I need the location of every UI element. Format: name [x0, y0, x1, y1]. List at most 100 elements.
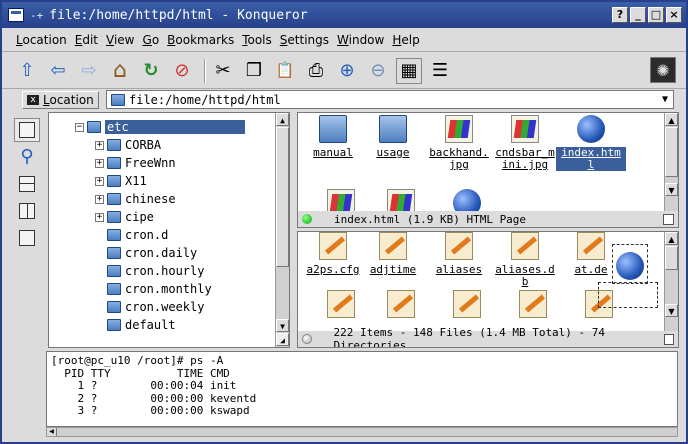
tree-item[interactable]: default	[107, 316, 176, 334]
scroll-up-icon[interactable]: ▲	[665, 113, 678, 126]
menu-help[interactable]: Help	[392, 33, 419, 47]
scrollbar-thumb[interactable]	[665, 246, 678, 270]
file-item[interactable]: backhand. jpg	[424, 115, 494, 171]
print-button[interactable]: ⎙	[303, 58, 329, 84]
cut-button[interactable]: ✂	[210, 58, 236, 84]
paste-button[interactable]: 📋	[272, 58, 298, 84]
tree-item[interactable]: + cipe	[95, 208, 154, 226]
scroll-down-icon[interactable]: ▼	[665, 304, 678, 317]
link-view-checkbox[interactable]	[663, 213, 674, 225]
home-button[interactable]: ⌂	[107, 58, 133, 84]
clear-x-icon: x	[27, 95, 39, 105]
bottom-file-view[interactable]: a2ps.cfg adjtime aliases aliases.d b at.de ▲ …	[297, 231, 679, 348]
menu-tools[interactable]: Tools	[242, 33, 272, 47]
minimize-button[interactable]: _	[630, 7, 646, 23]
close-button[interactable]: ×	[666, 7, 682, 23]
file-item[interactable]: aliases.d b	[490, 232, 560, 288]
scroll-left-icon[interactable]: ◀	[47, 428, 57, 436]
menu-view[interactable]: View	[106, 33, 134, 47]
tree-scrollbar[interactable]: ▲ ▼ ◢	[275, 113, 289, 347]
copy-button[interactable]: ❐	[241, 58, 267, 84]
inactive-view-indicator-icon	[302, 334, 312, 344]
back-button[interactable]: ⇦	[45, 58, 71, 84]
sidebar-tab-blank[interactable]	[14, 226, 40, 250]
location-url-field[interactable]: file:/home/httpd/html ▼	[106, 90, 674, 109]
document-file-icon	[327, 290, 355, 318]
link-view-checkbox[interactable]	[663, 333, 674, 345]
tree-item[interactable]: cron.monthly	[107, 280, 212, 298]
reload-button[interactable]: ↻	[138, 58, 164, 84]
collapse-icon[interactable]: −	[75, 122, 84, 132]
tree-item[interactable]: cron.weekly	[107, 298, 204, 316]
tree-item[interactable]: cron.hourly	[107, 262, 204, 280]
tree-item-root[interactable]: − etc	[75, 118, 245, 136]
back-arrow-icon: ⇦	[50, 59, 66, 81]
menu-go[interactable]: Go	[143, 33, 160, 47]
sticky-pin-icon[interactable]: -+	[30, 9, 43, 22]
forward-button[interactable]: ⇨	[76, 58, 102, 84]
tree-item[interactable]: + FreeWnn	[95, 154, 176, 172]
scroll-down-icon[interactable]: ▼	[665, 183, 678, 196]
menu-window[interactable]: Window	[337, 33, 384, 47]
partial-file-item[interactable]	[432, 290, 502, 322]
clear-location-button[interactable]: x Location	[22, 91, 99, 109]
resize-grip-icon[interactable]: ◢	[276, 333, 289, 346]
sidebar-tab-split-vertical[interactable]	[14, 199, 40, 223]
terminal-horizontal-scrollbar[interactable]: ◀	[46, 427, 678, 437]
top-view-scrollbar[interactable]: ▲ ▼	[664, 113, 678, 211]
file-item[interactable]: aliases	[424, 232, 494, 276]
menu-settings[interactable]: Settings	[280, 33, 329, 47]
tree-item-label: cipe	[125, 210, 154, 224]
tree-item[interactable]: + chinese	[95, 190, 176, 208]
blank-panel-icon	[19, 230, 35, 246]
scrollbar-thumb[interactable]	[276, 127, 289, 267]
top-file-view[interactable]: manual usage backhand. jpg cndsbar_m ini.jpg i…	[297, 112, 679, 228]
chevron-down-icon[interactable]: ▼	[657, 94, 673, 105]
sidebar-tab-directory[interactable]	[14, 118, 40, 142]
menu-location[interactable]: Location	[16, 33, 67, 47]
bottom-view-scrollbar[interactable]: ▲ ▼	[664, 232, 678, 331]
file-item[interactable]: index.htm l	[556, 115, 626, 171]
menu-bookmarks[interactable]: Bookmarks	[167, 33, 234, 47]
icon-view-button[interactable]: ▦	[396, 57, 422, 84]
expand-icon[interactable]: +	[95, 158, 104, 168]
expand-icon[interactable]: +	[95, 194, 104, 204]
file-item[interactable]: adjtime	[358, 232, 428, 276]
file-name: cndsbar_m ini.jpg	[495, 146, 555, 171]
doc-file-icon	[445, 232, 473, 260]
file-name: aliases.d b	[495, 263, 555, 288]
expand-icon[interactable]: +	[95, 212, 104, 222]
title-bar[interactable]: -+ file:/home/httpd/html - Konqueror ? _…	[2, 2, 686, 28]
sidebar-tab-split-horizontal[interactable]	[14, 172, 40, 196]
zoom-in-button[interactable]: ⊕	[334, 58, 360, 84]
scrollbar-thumb[interactable]	[665, 127, 678, 177]
file-item[interactable]: cndsbar_m ini.jpg	[490, 115, 560, 171]
image-file-icon	[445, 115, 473, 143]
top-view-status-bar: index.html (1.9 KB) HTML Page	[298, 211, 678, 227]
tree-item[interactable]: + CORBA	[95, 136, 161, 154]
scroll-up-icon[interactable]: ▲	[665, 232, 678, 245]
maximize-button[interactable]: □	[648, 7, 664, 23]
tree-item[interactable]: + X11	[95, 172, 147, 190]
directory-tree[interactable]: − etc + CORBA + FreeWnn + X11 + chinese + cipe cro…	[48, 112, 290, 348]
sidebar-tab-search[interactable]: ⚲	[14, 145, 40, 169]
menu-edit[interactable]: Edit	[75, 33, 98, 47]
scroll-down-icon[interactable]: ▼	[276, 319, 289, 332]
up-button[interactable]: ⇧	[14, 58, 40, 84]
expand-icon[interactable]: +	[95, 176, 104, 186]
partial-file-item[interactable]	[498, 290, 568, 322]
stop-button[interactable]: ⊘	[169, 58, 195, 84]
activity-throbber-icon[interactable]: ✺	[650, 57, 676, 83]
terminal-panel[interactable]: [root@pc_u10 /root]# ps -A PID TTY TIME …	[46, 351, 678, 427]
partial-file-item[interactable]	[366, 290, 436, 322]
zoom-out-button[interactable]: ⊖	[365, 58, 391, 84]
tree-item[interactable]: cron.d	[107, 226, 168, 244]
tree-view-button[interactable]: ☰	[427, 58, 453, 84]
help-button[interactable]: ?	[612, 7, 628, 23]
file-item[interactable]: usage	[358, 115, 428, 159]
scroll-up-icon[interactable]: ▲	[276, 113, 289, 126]
tree-item-label: cron.hourly	[125, 264, 205, 278]
window-menu-icon[interactable]	[8, 8, 24, 22]
expand-icon[interactable]: +	[95, 140, 104, 150]
tree-item[interactable]: cron.daily	[107, 244, 197, 262]
